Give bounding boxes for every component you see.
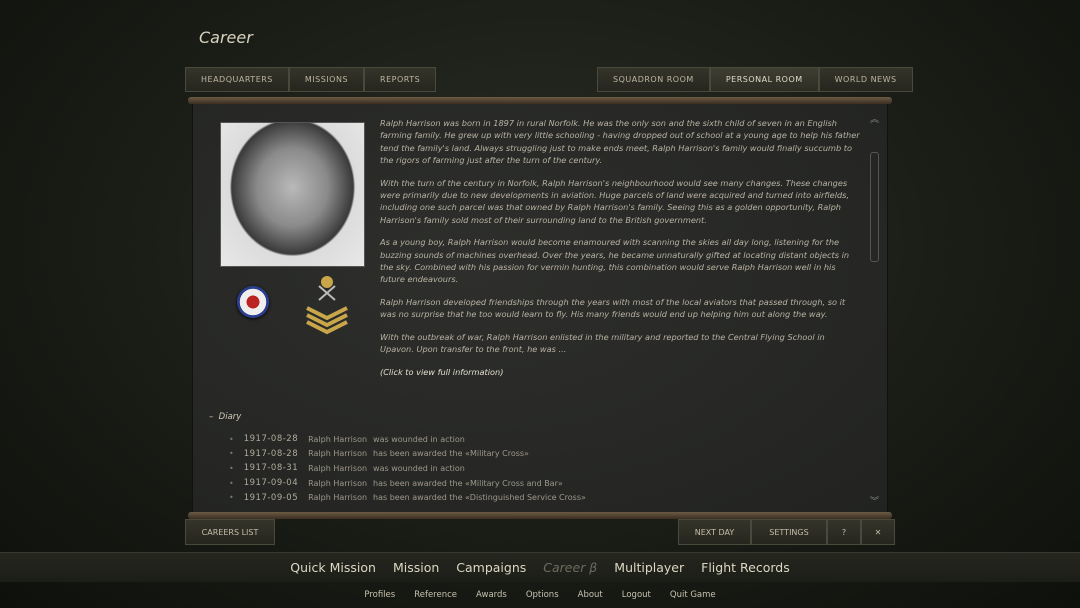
- diary-title: Diary: [218, 412, 242, 422]
- help-icon: ?: [841, 527, 847, 537]
- bottom-right-bar: NEXT DAY SETTINGS ? ✕: [678, 519, 895, 545]
- footer-about[interactable]: About: [578, 590, 603, 600]
- footer-profiles[interactable]: Profiles: [364, 590, 395, 600]
- nav-career[interactable]: Career β: [543, 560, 597, 575]
- tab-reports[interactable]: REPORTS: [364, 67, 437, 92]
- diary-entry: 1917-09-04Ralph Harrisonhas been awarded…: [229, 476, 586, 491]
- diary-entry: 1917-08-28Ralph Harrisonwas wounded in a…: [229, 432, 586, 447]
- help-button[interactable]: ?: [827, 519, 861, 545]
- rank-chevrons-icon: [306, 276, 348, 335]
- bottom-left-bar: CAREERS LIST: [185, 519, 275, 545]
- diary-list: 1917-08-28Ralph Harrisonwas wounded in a…: [229, 432, 586, 505]
- nav-campaigns[interactable]: Campaigns: [456, 560, 526, 575]
- scroll-down-icon[interactable]: ︾: [870, 494, 879, 507]
- footer-logout[interactable]: Logout: [622, 590, 651, 600]
- footer-quit-game[interactable]: Quit Game: [670, 590, 716, 600]
- bio-paragraph: Ralph Harrison was born in 1897 in rural…: [380, 118, 860, 166]
- pilot-photo: [220, 122, 365, 267]
- bio-paragraph: As a young boy, Ralph Harrison would bec…: [380, 237, 850, 285]
- bottom-rod: [188, 512, 892, 519]
- footer-links: Profiles Reference Awards Options About …: [0, 590, 1080, 600]
- tab-missions[interactable]: MISSIONS: [288, 67, 365, 92]
- nav-multiplayer[interactable]: Multiplayer: [614, 560, 684, 575]
- tabs-left: HEADQUARTERS MISSIONS REPORTS: [185, 67, 437, 92]
- tab-headquarters[interactable]: HEADQUARTERS: [185, 67, 289, 92]
- tabs-right: SQUADRON ROOM PERSONAL ROOM WORLD NEWS: [597, 67, 913, 92]
- footer-reference[interactable]: Reference: [414, 590, 457, 600]
- main-nav: Quick Mission Mission Campaigns Career β…: [0, 552, 1080, 582]
- nav-flight-records[interactable]: Flight Records: [701, 560, 790, 575]
- personal-panel: Ralph Harrison was born in 1897 in rural…: [192, 104, 888, 514]
- bio-paragraph: With the outbreak of war, Ralph Harrison…: [380, 331, 825, 355]
- next-day-button[interactable]: NEXT DAY: [678, 519, 751, 545]
- footer-awards[interactable]: Awards: [476, 590, 507, 600]
- bio-paragraph: With the turn of the century in Norfolk,…: [380, 177, 850, 225]
- page-title: Career: [199, 28, 253, 47]
- tab-squadron-room[interactable]: SQUADRON ROOM: [597, 67, 710, 92]
- roundel-icon: [237, 286, 269, 318]
- diary-entry: 1917-08-28Ralph Harrisonhas been awarded…: [229, 447, 586, 462]
- footer-options[interactable]: Options: [526, 590, 559, 600]
- nav-mission[interactable]: Mission: [393, 560, 439, 575]
- nav-quick-mission[interactable]: Quick Mission: [290, 560, 376, 575]
- bio-paragraph: Ralph Harrison developed friendships thr…: [380, 296, 846, 320]
- scrollbar[interactable]: [870, 152, 879, 262]
- full-info-link[interactable]: (Click to view full information): [380, 366, 860, 378]
- close-icon: ✕: [874, 527, 882, 537]
- top-rod: [188, 97, 892, 104]
- diary-header[interactable]: – Diary: [209, 412, 241, 422]
- biography: Ralph Harrison was born in 1897 in rural…: [380, 117, 860, 388]
- tab-world-news[interactable]: WORLD NEWS: [818, 67, 913, 92]
- careers-list-button[interactable]: CAREERS LIST: [185, 519, 275, 545]
- collapse-icon[interactable]: –: [209, 412, 213, 422]
- diary-entry: 1917-09-05Ralph Harrisonhas been awarded…: [229, 490, 586, 505]
- tab-personal-room[interactable]: PERSONAL ROOM: [709, 67, 819, 92]
- scroll-up-icon[interactable]: ︽: [870, 112, 879, 125]
- close-button[interactable]: ✕: [861, 519, 895, 545]
- diary-entry: 1917-08-31Ralph Harrisonwas wounded in a…: [229, 461, 586, 476]
- settings-button[interactable]: SETTINGS: [751, 519, 827, 545]
